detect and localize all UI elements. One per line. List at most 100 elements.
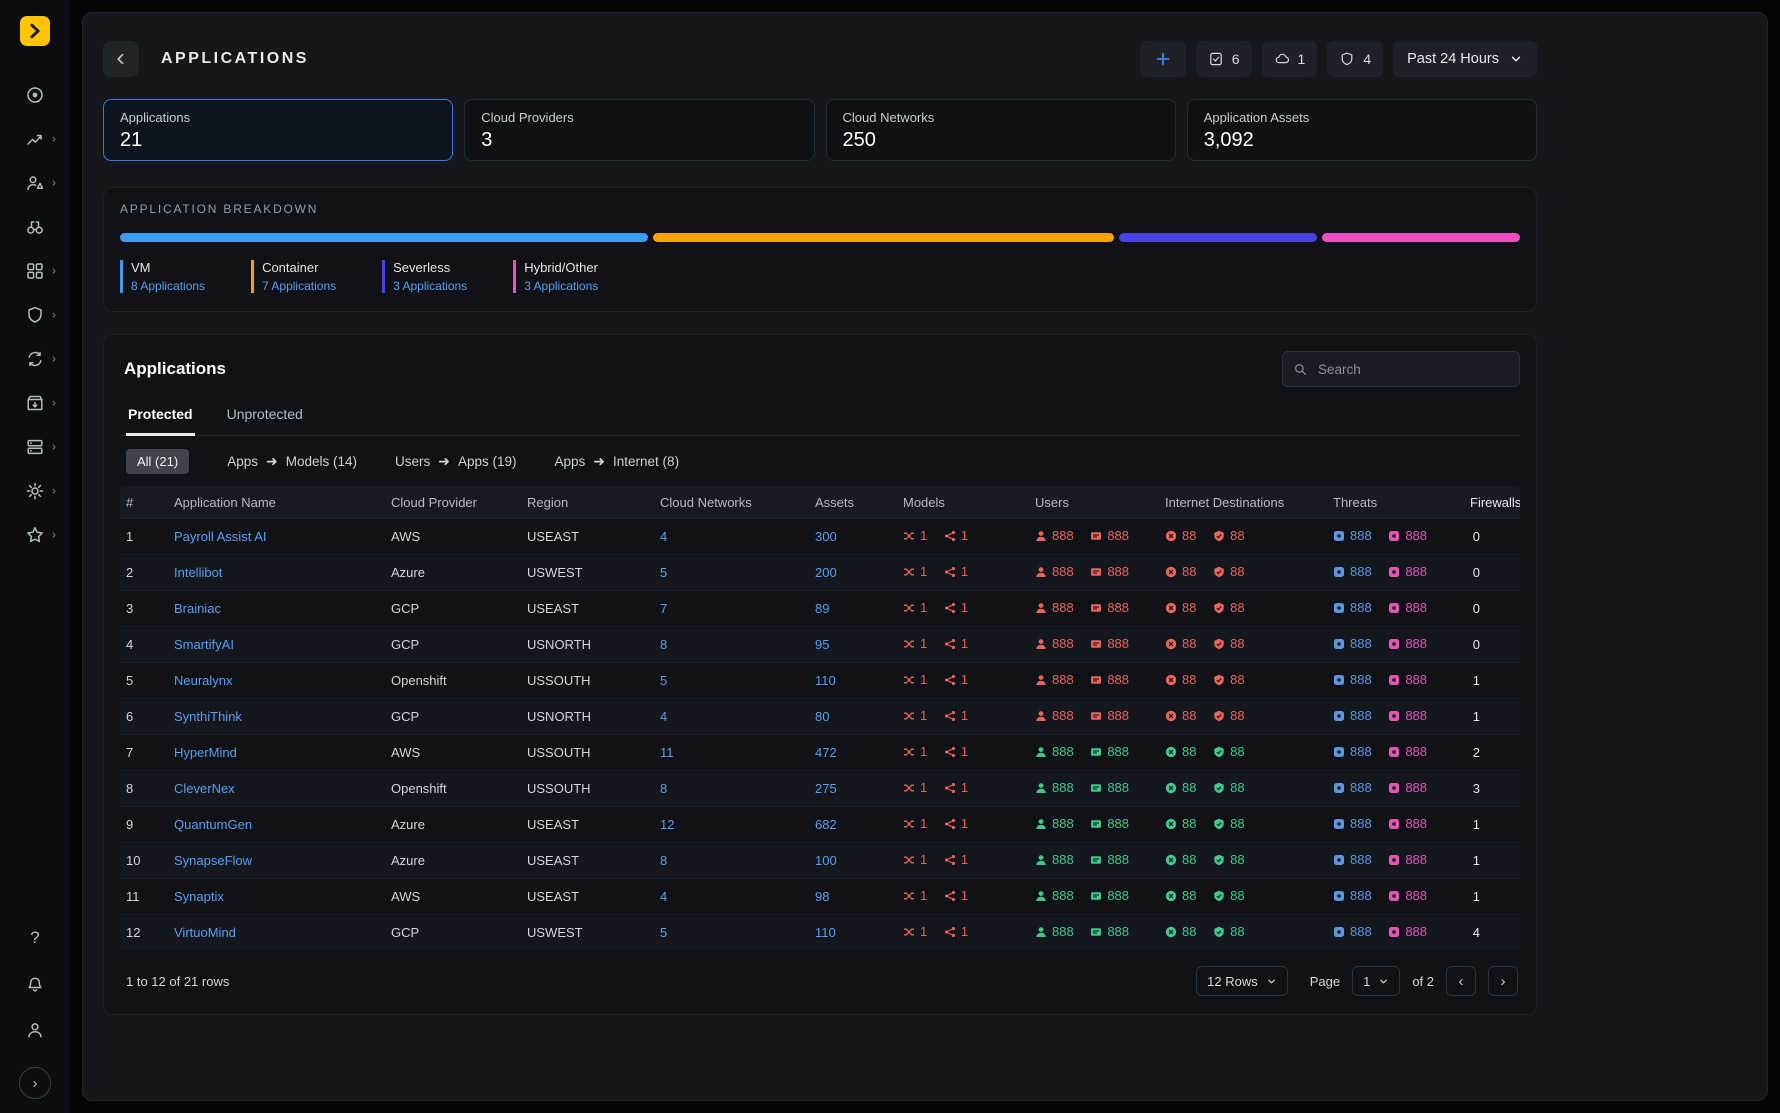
model-nodes-stat[interactable]: 1	[944, 708, 968, 723]
blocked-destinations-stat[interactable]: 88	[1165, 852, 1196, 867]
threats-pink-stat[interactable]: 888	[1388, 672, 1427, 687]
table-row[interactable]: 4 SmartifyAI GCP USNORTH 8 95 1 1 888 88…	[120, 626, 1520, 662]
assets-link[interactable]: 80	[815, 709, 829, 724]
application-name-link[interactable]: HyperMind	[174, 745, 237, 760]
table-row[interactable]: 3 Brainiac GCP USEAST 7 89 1 1 888 888	[120, 590, 1520, 626]
blocked-destinations-stat[interactable]: 88	[1165, 744, 1196, 759]
page-select[interactable]: 1	[1352, 966, 1400, 996]
user-groups-stat[interactable]: 888	[1090, 636, 1129, 651]
table-row[interactable]: 1 Payroll Assist AI AWS USEAST 4 300 1 1…	[120, 518, 1520, 554]
model-flows-stat[interactable]: 1	[903, 780, 927, 795]
previous-page-button[interactable]: ‹	[1446, 966, 1476, 996]
model-flows-stat[interactable]: 1	[903, 600, 927, 615]
protected-destinations-stat[interactable]: 88	[1213, 888, 1244, 903]
stat-card-cloud-networks[interactable]: Cloud Networks 250	[826, 99, 1176, 161]
users-stat[interactable]: 888	[1035, 816, 1074, 831]
bar-segment-hybrid[interactable]	[1322, 233, 1520, 242]
table-row[interactable]: 8 CleverNex Openshift USSOUTH 8 275 1 1 …	[120, 770, 1520, 806]
table-row[interactable]: 6 SynthiThink GCP USNORTH 4 80 1 1 888 8…	[120, 698, 1520, 734]
model-nodes-stat[interactable]: 1	[944, 852, 968, 867]
model-nodes-stat[interactable]: 1	[944, 636, 968, 651]
users-stat[interactable]: 888	[1035, 852, 1074, 867]
threats-pink-stat[interactable]: 888	[1388, 708, 1427, 723]
table-row[interactable]: 11 Synaptix AWS USEAST 4 98 1 1 888 888	[120, 878, 1520, 914]
users-stat[interactable]: 888	[1035, 564, 1074, 579]
application-name-link[interactable]: QuantumGen	[174, 817, 252, 832]
table-row[interactable]: 2 Intellibot Azure USWEST 5 200 1 1 888 …	[120, 554, 1520, 590]
blocked-destinations-stat[interactable]: 88	[1165, 708, 1196, 723]
bar-segment-container[interactable]	[653, 233, 1115, 242]
cloud-networks-link[interactable]: 5	[660, 925, 667, 940]
users-stat[interactable]: 888	[1035, 672, 1074, 687]
sidebar-item-traffic-flow[interactable]: ›	[11, 120, 59, 158]
protected-destinations-stat[interactable]: 88	[1213, 780, 1244, 795]
cloud-networks-link[interactable]: 8	[660, 637, 667, 652]
protected-destinations-stat[interactable]: 88	[1213, 528, 1244, 543]
account-button[interactable]	[11, 1011, 59, 1049]
tab-unprotected[interactable]: Unprotected	[225, 395, 305, 436]
user-groups-stat[interactable]: 888	[1090, 600, 1129, 615]
model-flows-stat[interactable]: 1	[903, 672, 927, 687]
assets-link[interactable]: 472	[815, 745, 837, 760]
users-stat[interactable]: 888	[1035, 924, 1074, 939]
filter-users-apps[interactable]: Users ➜ Apps (19)	[395, 453, 517, 470]
threats-pink-stat[interactable]: 888	[1388, 816, 1427, 831]
user-groups-stat[interactable]: 888	[1090, 564, 1129, 579]
assets-link[interactable]: 682	[815, 817, 837, 832]
model-flows-stat[interactable]: 1	[903, 852, 927, 867]
application-name-link[interactable]: VirtuoMind	[174, 925, 236, 940]
blocked-destinations-stat[interactable]: 88	[1165, 600, 1196, 615]
add-button[interactable]	[1140, 41, 1186, 77]
user-groups-stat[interactable]: 888	[1090, 780, 1129, 795]
threats-blue-stat[interactable]: 888	[1333, 744, 1372, 759]
cloud-networks-link[interactable]: 5	[660, 565, 667, 580]
users-stat[interactable]: 888	[1035, 744, 1074, 759]
next-page-button[interactable]: ›	[1488, 966, 1518, 996]
threats-blue-stat[interactable]: 888	[1333, 816, 1372, 831]
table-row[interactable]: 9 QuantumGen Azure USEAST 12 682 1 1 888…	[120, 806, 1520, 842]
user-groups-stat[interactable]: 888	[1090, 924, 1129, 939]
user-groups-stat[interactable]: 888	[1090, 888, 1129, 903]
user-groups-stat[interactable]: 888	[1090, 528, 1129, 543]
stat-card-applications[interactable]: Applications 21	[103, 99, 453, 161]
threats-pink-stat[interactable]: 888	[1388, 636, 1427, 651]
rows-per-page-select[interactable]: 12 Rows	[1196, 966, 1288, 996]
blocked-destinations-stat[interactable]: 88	[1165, 564, 1196, 579]
column-header[interactable]: Application Name	[168, 495, 385, 510]
column-header[interactable]: Threats	[1327, 495, 1464, 510]
threats-pink-stat[interactable]: 888	[1388, 600, 1427, 615]
threats-pink-stat[interactable]: 888	[1388, 852, 1427, 867]
threats-blue-stat[interactable]: 888	[1333, 852, 1372, 867]
cloud-networks-link[interactable]: 4	[660, 709, 667, 724]
sidebar-item-settings[interactable]: ›	[11, 472, 59, 510]
model-flows-stat[interactable]: 1	[903, 564, 927, 579]
threats-pink-stat[interactable]: 888	[1388, 528, 1427, 543]
protected-destinations-stat[interactable]: 88	[1213, 924, 1244, 939]
user-groups-stat[interactable]: 888	[1090, 744, 1129, 759]
model-nodes-stat[interactable]: 1	[944, 780, 968, 795]
model-nodes-stat[interactable]: 1	[944, 600, 968, 615]
sidebar-item-discovery[interactable]	[11, 208, 59, 246]
threats-pink-stat[interactable]: 888	[1388, 888, 1427, 903]
column-header[interactable]: Assets	[809, 495, 897, 510]
users-stat[interactable]: 888	[1035, 636, 1074, 651]
model-nodes-stat[interactable]: 1	[944, 924, 968, 939]
blocked-destinations-stat[interactable]: 88	[1165, 924, 1196, 939]
application-name-link[interactable]: SynthiThink	[174, 709, 242, 724]
cloud-badge-button[interactable]: 1	[1262, 41, 1318, 77]
column-header[interactable]: Cloud Provider	[385, 495, 521, 510]
threats-blue-stat[interactable]: 888	[1333, 888, 1372, 903]
search-input[interactable]	[1316, 361, 1509, 378]
cloud-networks-link[interactable]: 12	[660, 817, 674, 832]
users-stat[interactable]: 888	[1035, 888, 1074, 903]
model-nodes-stat[interactable]: 1	[944, 564, 968, 579]
users-stat[interactable]: 888	[1035, 780, 1074, 795]
assets-link[interactable]: 200	[815, 565, 837, 580]
back-button[interactable]	[103, 41, 139, 77]
sidebar-item-security[interactable]: ›	[11, 296, 59, 334]
application-name-link[interactable]: Brainiac	[174, 601, 221, 616]
assets-link[interactable]: 110	[815, 925, 836, 940]
blocked-destinations-stat[interactable]: 88	[1165, 780, 1196, 795]
cloud-networks-link[interactable]: 7	[660, 601, 667, 616]
column-header[interactable]: Cloud Networks	[654, 495, 809, 510]
